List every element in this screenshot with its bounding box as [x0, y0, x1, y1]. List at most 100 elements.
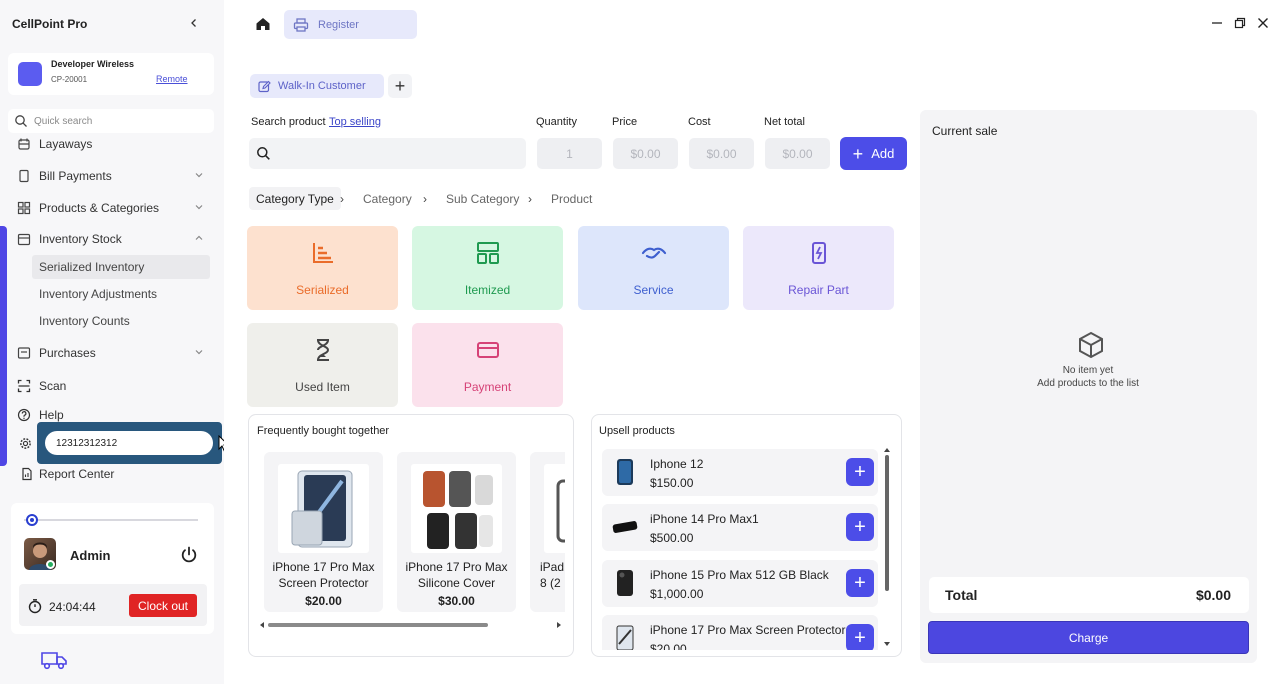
- scroll-left-icon[interactable]: [258, 621, 266, 629]
- upsell-row[interactable]: iPhone 14 Pro Max1 $500.00 +: [602, 504, 878, 551]
- customer-tab[interactable]: Walk-In Customer: [250, 74, 384, 98]
- user-name: Admin: [70, 548, 111, 563]
- search-icon: [15, 115, 27, 127]
- close-button[interactable]: [1256, 16, 1270, 30]
- sidebar-item-inventory-stock[interactable]: Inventory Stock: [16, 227, 208, 251]
- category-payment[interactable]: Payment: [412, 323, 563, 407]
- sidebar-subitem-inventory-counts[interactable]: Inventory Counts: [32, 309, 210, 333]
- sidebar-item-label: Report Center: [39, 467, 115, 481]
- product-thumbnail: [612, 512, 638, 542]
- horizontal-scrollbar[interactable]: [268, 623, 488, 627]
- vertical-scrollbar[interactable]: [885, 455, 889, 591]
- upsell-name: iPhone 15 Pro Max 512 GB Black: [650, 568, 829, 582]
- upsell-add-button[interactable]: +: [846, 513, 874, 541]
- price-label: Price: [612, 116, 638, 128]
- collapse-sidebar-button[interactable]: [185, 14, 203, 32]
- upsell-add-button[interactable]: +: [846, 569, 874, 597]
- minimize-button[interactable]: [1210, 16, 1224, 30]
- total-label: Total: [945, 587, 978, 603]
- upsell-add-button[interactable]: +: [846, 458, 874, 486]
- scroll-right-icon[interactable]: [555, 621, 563, 629]
- sidebar-item-bill-payments[interactable]: Bill Payments: [16, 164, 208, 188]
- breadcrumb-product[interactable]: Product: [551, 187, 592, 210]
- tab-register[interactable]: Register: [284, 10, 417, 39]
- upsell-title: Upsell products: [599, 425, 675, 437]
- upsell-row[interactable]: Iphone 12 $150.00 +: [602, 449, 878, 496]
- sidebar-item-layaways[interactable]: Layaways: [16, 132, 208, 156]
- sidebar-subitem-inventory-adjustments[interactable]: Inventory Adjustments: [32, 282, 210, 306]
- app-title: CellPoint Pro: [12, 17, 88, 31]
- fbt-price: $30.00: [438, 594, 475, 608]
- barcode-popup: [37, 422, 222, 464]
- power-icon: [181, 546, 197, 563]
- product-image: [544, 464, 565, 553]
- upsell-row[interactable]: iPhone 15 Pro Max 512 GB Black $1,000.00…: [602, 560, 878, 607]
- layaway-icon: [16, 136, 32, 152]
- bar-chart-icon: [247, 240, 398, 266]
- store-name: Developer Wireless: [51, 59, 134, 69]
- quantity-field[interactable]: 1: [537, 138, 602, 169]
- upsell-name: Iphone 12: [650, 457, 704, 471]
- fbt-card[interactable]: iPhone 17 Pro Max Screen Protector $20.00: [264, 452, 383, 612]
- add-product-button[interactable]: + Add: [840, 137, 907, 170]
- upsell-price: $150.00: [650, 476, 694, 490]
- breadcrumb-category[interactable]: Category: [363, 187, 412, 210]
- scroll-down-icon[interactable]: [883, 640, 891, 648]
- top-selling-link[interactable]: Top selling: [329, 116, 381, 128]
- upsell-add-button[interactable]: +: [846, 624, 874, 650]
- category-used-item[interactable]: Used Item: [247, 323, 398, 407]
- net-total-label: Net total: [764, 116, 805, 128]
- upsell-row[interactable]: iPhone 17 Pro Max Screen Protector $20.0…: [602, 615, 878, 650]
- sidebar-item-report-center[interactable]: Report Center: [19, 462, 211, 486]
- sidebar-item-purchases[interactable]: Purchases: [16, 341, 208, 365]
- minimize-icon: [1212, 22, 1222, 24]
- fbt-name: iPhone 17 Pro Max Silicone Cover: [405, 560, 508, 590]
- clock-out-button[interactable]: Clock out: [129, 594, 197, 617]
- sidebar-subitem-serialized-inventory[interactable]: Serialized Inventory: [32, 255, 210, 279]
- price-field[interactable]: $0.00: [613, 138, 678, 169]
- scroll-up-icon[interactable]: [883, 446, 891, 454]
- add-customer-tab-button[interactable]: +: [388, 74, 412, 98]
- remote-link[interactable]: Remote: [156, 74, 188, 84]
- sidebar-item-scan[interactable]: Scan: [16, 374, 208, 398]
- fbt-card[interactable]: iPhone 17 Pro Max Silicone Cover $30.00: [397, 452, 516, 612]
- category-serialized[interactable]: Serialized: [247, 226, 398, 310]
- quick-search[interactable]: [8, 109, 214, 133]
- slider-track[interactable]: [24, 519, 198, 521]
- product-search-input[interactable]: [279, 144, 509, 164]
- category-label: Repair Part: [788, 283, 849, 297]
- upsell-name: iPhone 14 Pro Max1: [650, 512, 759, 526]
- category-label: Payment: [463, 380, 512, 394]
- edit-icon: [258, 80, 271, 93]
- home-button[interactable]: [250, 11, 276, 37]
- category-repair-part[interactable]: Repair Part: [743, 226, 894, 310]
- fbt-name: iPad 8 (2: [540, 560, 565, 590]
- power-button[interactable]: [179, 545, 199, 565]
- sidebar-item-products-categories[interactable]: Products & Categories: [16, 196, 208, 220]
- hourglass-icon: [247, 337, 398, 363]
- category-service[interactable]: Service: [578, 226, 729, 310]
- breadcrumb-sub-category[interactable]: Sub Category: [446, 187, 519, 210]
- settings-icon[interactable]: [19, 437, 32, 453]
- cost-field[interactable]: $0.00: [689, 138, 754, 169]
- delivery-truck-icon[interactable]: [41, 650, 69, 670]
- charge-button[interactable]: Charge: [928, 621, 1249, 654]
- breadcrumb-category-type[interactable]: Category Type: [249, 187, 341, 210]
- product-thumbnail: [612, 457, 638, 487]
- product-search[interactable]: [249, 138, 526, 169]
- sidebar: CellPoint Pro Developer Wireless CP-2000…: [0, 0, 230, 684]
- quick-search-input[interactable]: [34, 113, 204, 129]
- upsell-list: Iphone 12 $150.00 + iPhone 14 Pro Max1 $…: [592, 445, 892, 650]
- barcode-input[interactable]: [45, 431, 213, 455]
- purchase-icon: [16, 345, 32, 361]
- fbt-card[interactable]: iPad 8 (2: [530, 452, 565, 612]
- restore-button[interactable]: [1233, 16, 1247, 30]
- sidebar-item-label: Inventory Stock: [39, 232, 122, 246]
- category-itemized[interactable]: Itemized: [412, 226, 563, 310]
- slider-knob[interactable]: [26, 514, 38, 526]
- sidebar-item-label: Bill Payments: [39, 169, 112, 183]
- add-button-label: Add: [871, 146, 895, 161]
- frequently-bought-title: Frequently bought together: [257, 425, 390, 437]
- search-icon: [257, 147, 270, 160]
- tab-register-label: Register: [318, 18, 359, 31]
